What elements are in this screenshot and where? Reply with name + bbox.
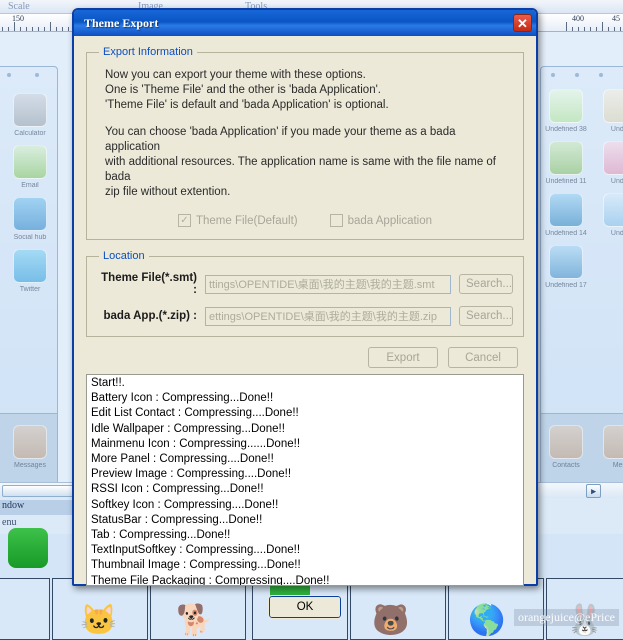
log-line[interactable]: Mainmenu Icon : Compressing......Done!! bbox=[89, 437, 523, 452]
info-line-3: 'Theme File' is default and 'bada Applic… bbox=[105, 99, 389, 111]
log-line[interactable]: Softkey Icon : Compressing....Done!! bbox=[89, 498, 523, 513]
people-icon[interactable] bbox=[549, 245, 583, 279]
log-line[interactable]: TextInputSoftkey : Compressing....Done!! bbox=[89, 543, 523, 558]
log-line[interactable]: Idle Wallpaper : Compressing...Done!! bbox=[89, 422, 523, 437]
checkbox-theme-file-label: Theme File(Default) bbox=[195, 214, 298, 227]
app-label-undefined-38: Undefined 38 bbox=[545, 126, 587, 133]
log-line[interactable]: More Panel : Compressing....Done!! bbox=[89, 452, 523, 467]
chevron-right-icon[interactable]: ▸ bbox=[586, 484, 601, 498]
theme-export-dialog: Theme Export ✕ Export Information Now yo… bbox=[72, 8, 538, 619]
checkbox-bada-application-label: bada Application bbox=[347, 214, 433, 227]
screen-icon[interactable] bbox=[603, 193, 623, 227]
export-information-group: Export Information Now you can export yo… bbox=[86, 46, 524, 240]
info-paragraph-1: Now you can export your theme with these… bbox=[105, 68, 513, 113]
phone-preview-right: Undefined 38 Undefin Undefined 11 Undefi… bbox=[540, 66, 623, 486]
theme-file-label: Theme File(*.smt) : bbox=[101, 272, 197, 296]
export-log-list[interactable]: Start!!. Battery Icon : Compressing...Don… bbox=[86, 374, 524, 586]
export-information-legend: Export Information bbox=[103, 46, 193, 58]
log-line[interactable]: Tab : Compressing...Done!! bbox=[89, 528, 523, 543]
refresh-icon[interactable] bbox=[549, 89, 583, 123]
checkbox-theme-file[interactable]: ✓ Theme File(Default) bbox=[177, 214, 298, 227]
location-legend: Location bbox=[103, 250, 145, 262]
info-paragraph-2: You can choose 'bada Application' if you… bbox=[105, 125, 513, 200]
app-label-undefined-14: Undefined 14 bbox=[545, 230, 587, 237]
ruler-label-45: 45 bbox=[612, 14, 620, 23]
pink-app-icon[interactable] bbox=[603, 141, 623, 175]
info-line-1: Now you can export your theme with these… bbox=[105, 69, 366, 81]
app-label-messa: Messa bbox=[612, 462, 623, 469]
contacts-icon[interactable] bbox=[549, 425, 583, 459]
twitter-icon[interactable] bbox=[13, 249, 47, 283]
theme-file-search-button[interactable]: Search... bbox=[459, 274, 513, 294]
app-label-contacts: Contacts bbox=[552, 462, 580, 469]
ruler-label-400: 400 bbox=[572, 14, 584, 23]
app-label-messages: Messages bbox=[14, 462, 46, 469]
bada-app-label: bada App.(*.zip) : bbox=[103, 310, 197, 322]
green-app-icon bbox=[8, 528, 48, 568]
log-line[interactable]: Edit List Contact : Compressing....Done!… bbox=[89, 406, 523, 421]
app-label-undefined-c: Undefin bbox=[610, 230, 623, 237]
app-label-undefined-17: Undefined 17 bbox=[545, 282, 587, 289]
log-line[interactable]: StatusBar : Compressing...Done!! bbox=[89, 513, 523, 528]
checkbox-bada-application[interactable]: bada Application bbox=[329, 214, 433, 227]
film-icon[interactable] bbox=[549, 141, 583, 175]
app-label-undefined-a: Undefin bbox=[610, 126, 623, 133]
info-line-6: zip file without extention. bbox=[105, 186, 231, 198]
dialog-action-row: Export Cancel bbox=[86, 347, 518, 368]
checkmark-icon: ✓ bbox=[177, 214, 191, 227]
bada-app-search-button[interactable]: Search... bbox=[459, 306, 513, 326]
app-label-undefined-11: Undefined 11 bbox=[545, 178, 587, 185]
app-label-undefined-b: Undefin bbox=[610, 178, 623, 185]
export-type-checkbox-row: ✓ Theme File(Default) bada Application bbox=[97, 214, 513, 227]
calculator-icon[interactable] bbox=[13, 93, 47, 127]
ok-row: OK bbox=[86, 595, 524, 619]
info-line-4: You can choose 'bada Application' if you… bbox=[105, 126, 456, 153]
dialog-titlebar[interactable]: Theme Export ✕ bbox=[74, 10, 536, 36]
theme-file-row: Theme File(*.smt) : ttings\OPENTIDE\桌面\我… bbox=[97, 272, 513, 296]
clock-icon[interactable] bbox=[549, 193, 583, 227]
app-label-calculator: Calculator bbox=[14, 130, 46, 137]
app-label-social-hub: Social hub bbox=[13, 234, 47, 241]
cancel-button[interactable]: Cancel bbox=[448, 347, 518, 368]
empty-checkbox-icon bbox=[329, 214, 343, 227]
theme-file-input[interactable]: ttings\OPENTIDE\桌面\我的主题\我的主题.smt bbox=[205, 274, 451, 294]
email-icon[interactable] bbox=[13, 145, 47, 179]
location-group: Location Theme File(*.smt) : ttings\OPEN… bbox=[86, 250, 524, 337]
messages-icon[interactable] bbox=[13, 425, 47, 459]
dialog-title: Theme Export bbox=[84, 15, 159, 30]
menu-item-scale[interactable]: Scale bbox=[8, 1, 30, 12]
dialog-body: Export Information Now you can export yo… bbox=[74, 36, 536, 628]
log-line[interactable]: Battery Icon : Compressing...Done!! bbox=[89, 391, 523, 406]
page-dots-left bbox=[0, 73, 57, 81]
log-line[interactable]: Theme File Packaging : Compressing....Do… bbox=[89, 574, 523, 585]
social-hub-icon[interactable] bbox=[13, 197, 47, 231]
info-line-5: with additional resources. The applicati… bbox=[105, 156, 496, 183]
phone-preview-left: Calculator Email Social hub Twitter Mess… bbox=[0, 66, 58, 486]
info-line-2: One is 'Theme File' and the other is 'ba… bbox=[105, 84, 381, 96]
messages-icon-right[interactable] bbox=[603, 425, 623, 459]
close-icon[interactable]: ✕ bbox=[513, 14, 532, 32]
app-label-twitter: Twitter bbox=[19, 286, 41, 293]
log-line[interactable]: RSSI Icon : Compressing...Done!! bbox=[89, 482, 523, 497]
bada-app-input[interactable]: ettings\OPENTIDE\桌面\我的主题\我的主题.zip bbox=[205, 306, 451, 326]
log-line[interactable]: Preview Image : Compressing....Done!! bbox=[89, 467, 523, 482]
app-label-email: Email bbox=[21, 182, 39, 189]
log-line[interactable]: Start!!. bbox=[89, 376, 523, 391]
log-line[interactable]: Thumbnail Image : Compressing...Done!! bbox=[89, 558, 523, 573]
export-button[interactable]: Export bbox=[368, 347, 438, 368]
note-icon[interactable] bbox=[603, 89, 623, 123]
page-dots-right bbox=[541, 73, 623, 81]
ok-button[interactable]: OK bbox=[268, 595, 342, 619]
bada-app-row: bada App.(*.zip) : ettings\OPENTIDE\桌面\我… bbox=[97, 306, 513, 326]
